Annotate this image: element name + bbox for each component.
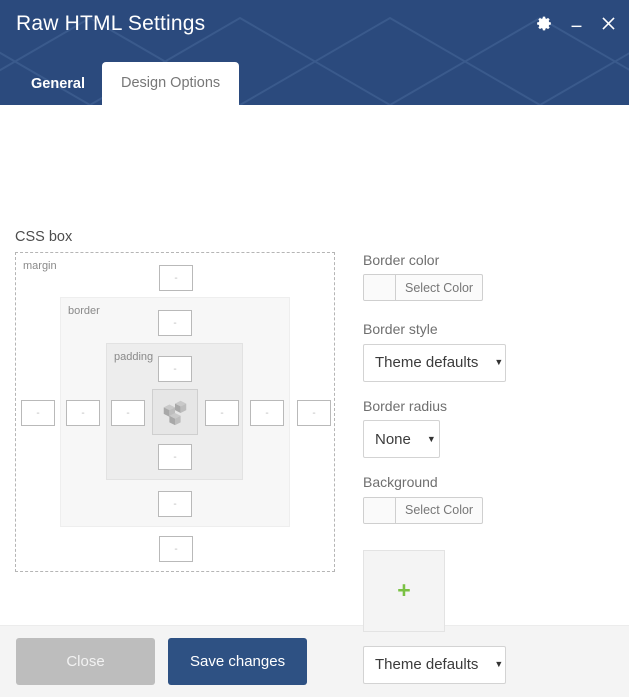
css-box-model-content-area	[152, 389, 198, 435]
close-icon[interactable]	[598, 12, 619, 34]
design-options-panel: Border color Select Color Border style T…	[363, 252, 613, 697]
background-color-select-label: Select Color	[405, 503, 474, 518]
background-color-picker[interactable]: Select Color	[363, 496, 484, 524]
chevron-down-icon: ▼	[494, 357, 504, 368]
padding-right-input[interactable]	[205, 400, 239, 426]
window-title: Raw HTML Settings	[16, 12, 206, 35]
border-color-swatch	[364, 275, 396, 301]
margin-left-input[interactable]	[21, 400, 55, 426]
border-style-select[interactable]: Theme defaults ▼	[363, 343, 506, 382]
modal-header: Raw HTML Settings General Design Options	[0, 0, 629, 105]
chevron-down-icon: ▼	[426, 433, 436, 444]
background-color-field: Background Select Color	[363, 474, 613, 527]
tab-bar: General Design Options	[14, 61, 240, 106]
tab-design-options[interactable]: Design Options	[102, 61, 240, 105]
margin-top-input[interactable]	[159, 265, 193, 291]
background-style-select[interactable]: Theme defaults ▼	[363, 645, 506, 684]
border-color-label: Border color	[363, 252, 440, 268]
border-radius-field: Border radius None ▼	[363, 397, 613, 459]
border-style-label: Border style	[363, 321, 438, 338]
border-radius-select[interactable]: None ▼	[363, 420, 440, 459]
border-bottom-input[interactable]	[158, 491, 192, 517]
gear-icon[interactable]	[534, 12, 555, 34]
border-color-picker[interactable]: Select Color	[363, 274, 484, 302]
css-box-model-padding-area: padding	[106, 343, 243, 480]
padding-left-input[interactable]	[111, 400, 145, 426]
window-controls	[534, 12, 619, 34]
border-label: border	[68, 305, 100, 317]
border-color-select-label: Select Color	[405, 280, 474, 295]
settings-modal-window: Raw HTML Settings General Design Options…	[0, 0, 629, 697]
border-color-field: Border color Select Color	[363, 252, 613, 305]
border-style-field: Border style Theme defaults ▼	[363, 321, 613, 382]
border-right-input[interactable]	[250, 400, 284, 426]
border-style-value: Theme defaults	[375, 354, 479, 372]
save-changes-button[interactable]: Save changes	[168, 638, 308, 685]
css-box-model-border-area: border padding	[60, 297, 290, 527]
page-title: CSS box	[15, 229, 73, 245]
padding-bottom-input[interactable]	[158, 444, 192, 470]
cube-blocks-icon	[160, 397, 190, 427]
css-box-model-margin-area: margin border padding	[15, 252, 335, 572]
close-button[interactable]: Close	[16, 638, 155, 685]
margin-label: margin	[23, 260, 57, 272]
border-radius-value: None	[375, 430, 411, 448]
background-style-field: Theme defaults ▼	[363, 645, 613, 684]
background-color-swatch	[364, 497, 396, 523]
minimize-icon[interactable]	[566, 12, 587, 34]
tab-general[interactable]: General	[14, 64, 102, 106]
border-top-input[interactable]	[158, 310, 192, 336]
background-style-value: Theme defaults	[375, 656, 479, 674]
padding-label: padding	[114, 351, 154, 363]
padding-top-input[interactable]	[158, 356, 192, 382]
margin-right-input[interactable]	[297, 400, 331, 426]
border-left-input[interactable]	[66, 400, 100, 426]
modal-body: CSS box margin border padding	[0, 105, 629, 697]
chevron-down-icon: ▼	[494, 659, 504, 670]
margin-bottom-input[interactable]	[159, 536, 193, 562]
border-radius-label: Border radius	[363, 397, 448, 414]
background-image-upload-button[interactable]: +	[363, 549, 445, 632]
background-label: Background	[363, 474, 438, 491]
plus-icon: +	[397, 577, 411, 604]
